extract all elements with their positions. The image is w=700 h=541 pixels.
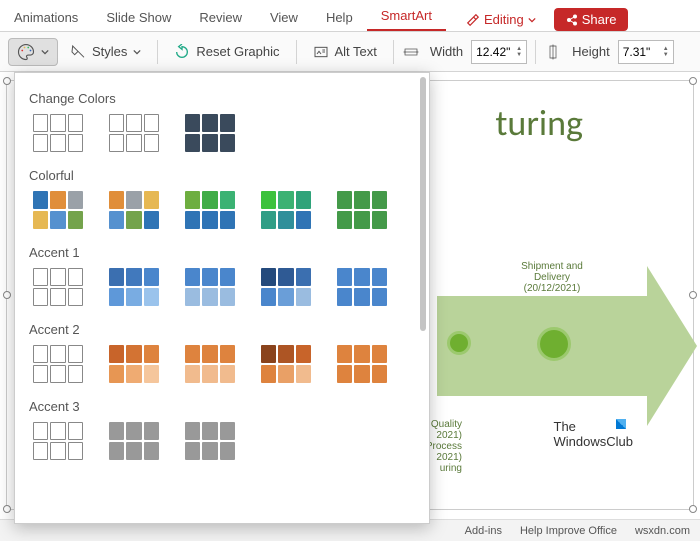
resize-handle[interactable] [3, 505, 11, 513]
tab-help[interactable]: Help [312, 4, 367, 31]
color-swatch[interactable] [33, 268, 83, 306]
reset-graphic-button[interactable]: Reset Graphic [166, 40, 287, 64]
section-header: Accent 1 [29, 245, 419, 260]
color-swatch[interactable] [185, 345, 235, 383]
width-icon [402, 43, 420, 61]
status-watermark: wsxdn.com [635, 525, 690, 537]
timeline-node [537, 327, 571, 361]
height-value: 7.31" [623, 45, 651, 59]
color-swatch-outline-thin[interactable] [33, 114, 83, 152]
color-swatch[interactable] [33, 422, 83, 460]
swatch-row [29, 345, 419, 383]
reset-label: Reset Graphic [196, 44, 279, 59]
color-swatch[interactable] [337, 345, 387, 383]
separator [157, 40, 158, 64]
color-swatch[interactable] [185, 268, 235, 306]
separator [296, 40, 297, 64]
color-swatch[interactable] [33, 191, 83, 229]
color-swatch[interactable] [185, 422, 235, 460]
scrollbar-thumb[interactable] [420, 77, 426, 331]
color-swatch[interactable] [337, 191, 387, 229]
status-improve[interactable]: Help Improve Office [520, 525, 617, 537]
resize-handle[interactable] [689, 77, 697, 85]
resize-handle[interactable] [3, 291, 11, 299]
slide-title-fragment: turing [495, 101, 583, 145]
swatch-row [29, 114, 419, 152]
styles-label: Styles [92, 44, 127, 59]
color-swatch[interactable] [261, 345, 311, 383]
separator [393, 40, 394, 64]
color-swatch-dark[interactable] [185, 114, 235, 152]
share-button[interactable]: Share [554, 8, 629, 31]
swatch-row [29, 268, 419, 306]
width-value: 12.42" [476, 45, 510, 59]
tab-animations[interactable]: Animations [0, 4, 92, 31]
color-swatch[interactable] [109, 422, 159, 460]
reset-icon [174, 44, 190, 60]
section-header: Accent 3 [29, 399, 419, 414]
height-input[interactable]: 7.31" ▲▼ [618, 40, 674, 64]
height-label: Height [572, 44, 610, 59]
color-swatch[interactable] [109, 191, 159, 229]
width-label: Width [430, 44, 463, 59]
status-addins[interactable]: Add-ins [465, 525, 502, 537]
section-header: Accent 2 [29, 322, 419, 337]
palette-icon [17, 43, 35, 61]
section-header: Colorful [29, 168, 419, 183]
color-swatch[interactable] [261, 191, 311, 229]
section-header: Change Colors [29, 91, 419, 106]
editing-label: Editing [484, 12, 524, 27]
alt-text-button[interactable]: Alt Text [305, 40, 385, 64]
node-caption: Shipment and Delivery (20/12/2021) [507, 261, 597, 294]
alttext-icon [313, 44, 329, 60]
share-icon [566, 14, 578, 26]
change-colors-panel: Change Colors Colorful Accent 1 Accent 2… [14, 72, 430, 524]
tab-view[interactable]: View [256, 4, 312, 31]
alttext-label: Alt Text [335, 44, 377, 59]
tab-slideshow[interactable]: Slide Show [92, 4, 185, 31]
color-swatch[interactable] [109, 268, 159, 306]
timeline-node [447, 331, 471, 355]
chevron-down-icon [528, 16, 536, 24]
color-swatch[interactable] [109, 345, 159, 383]
resize-handle[interactable] [3, 77, 11, 85]
styles-icon [70, 44, 86, 60]
height-icon [544, 43, 562, 61]
color-swatch[interactable] [185, 191, 235, 229]
share-label: Share [582, 12, 617, 27]
chevron-down-icon [41, 48, 49, 56]
styles-button[interactable]: Styles [62, 40, 149, 64]
tab-review[interactable]: Review [185, 4, 256, 31]
chevron-down-icon [133, 48, 141, 56]
editing-mode-dropdown[interactable]: Editing [458, 8, 544, 31]
ribbon-tabs: Animations Slide Show Review View Help S… [0, 0, 700, 32]
color-swatch[interactable] [33, 345, 83, 383]
spinner-icon[interactable]: ▲▼ [516, 46, 522, 58]
tab-smartart[interactable]: SmartArt [367, 2, 446, 31]
logo-icon [616, 419, 626, 429]
timeline-arrowhead [647, 266, 697, 426]
swatch-row [29, 191, 419, 229]
width-input[interactable]: 12.42" ▲▼ [471, 40, 527, 64]
change-colors-button[interactable] [8, 38, 58, 66]
color-swatch-outline-thick[interactable] [109, 114, 159, 152]
swatch-row [29, 422, 419, 460]
smartart-toolbar: Styles Reset Graphic Alt Text Width 12.4… [0, 32, 700, 72]
color-swatch[interactable] [337, 268, 387, 306]
separator [535, 40, 536, 64]
spinner-icon[interactable]: ▲▼ [663, 46, 669, 58]
resize-handle[interactable] [689, 505, 697, 513]
watermark-logo: The WindowsClub [554, 419, 633, 449]
color-swatch[interactable] [261, 268, 311, 306]
